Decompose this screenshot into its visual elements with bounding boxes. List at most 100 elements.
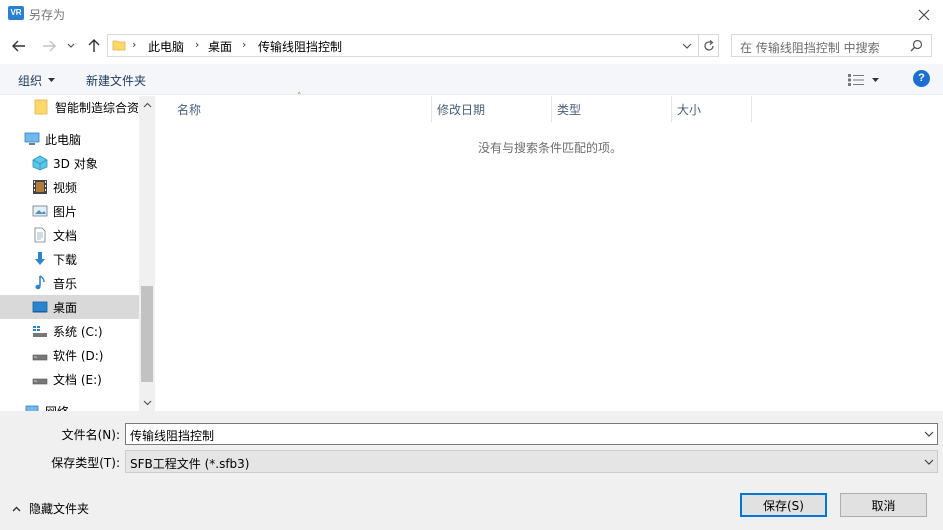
sort-ascending-icon: ˄ xyxy=(297,92,302,102)
nav-item-label: 智能制造综合资 xyxy=(55,100,140,115)
music-icon xyxy=(32,275,48,291)
nav-item-label: 桌面 xyxy=(53,300,78,315)
organize-button[interactable]: 组织 xyxy=(10,71,63,89)
nav-item-label: 下载 xyxy=(53,252,78,267)
up-button[interactable] xyxy=(83,35,105,57)
help-button[interactable]: ? xyxy=(913,70,930,87)
nav-item-label: 软件 (D:) xyxy=(53,348,104,363)
breadcrumb-separator[interactable]: › xyxy=(195,38,199,51)
nav-item-network[interactable]: 网络 xyxy=(0,399,139,411)
nav-item-label: 此电脑 xyxy=(45,132,82,147)
close-icon xyxy=(918,9,930,20)
3d-objects-icon xyxy=(32,155,48,171)
breadcrumb-item[interactable]: 此电脑 xyxy=(148,38,184,55)
up-arrow-icon xyxy=(88,39,100,52)
forward-arrow-icon xyxy=(43,40,56,52)
documents-icon xyxy=(32,227,48,243)
command-bar: 组织 新建文件夹 xyxy=(0,64,943,95)
column-header-label: 大小 xyxy=(677,102,702,117)
nav-item-pictures[interactable]: 图片 xyxy=(0,199,139,223)
video-icon xyxy=(32,179,48,195)
change-view-button[interactable] xyxy=(848,70,888,90)
nav-item-drive-e[interactable]: 文档 (E:) xyxy=(0,367,139,391)
refresh-icon xyxy=(703,39,714,51)
drive-icon xyxy=(32,347,48,363)
network-icon xyxy=(24,403,40,411)
hide-folders-label: 隐藏文件夹 xyxy=(29,502,90,516)
cancel-button[interactable]: 取消 xyxy=(840,493,927,517)
column-header-date[interactable]: 修改日期 xyxy=(432,96,552,122)
nav-item-label: 系统 (C:) xyxy=(53,324,103,339)
chevron-down-icon xyxy=(682,43,692,49)
filename-value: 传输线阻挡控制 xyxy=(130,429,215,443)
nav-item-downloads[interactable]: 下载 xyxy=(0,247,139,271)
breadcrumb-separator[interactable]: › xyxy=(132,38,136,51)
nav-item-smart-manufacturing[interactable]: 智能制造综合资 xyxy=(0,96,139,119)
chevron-up-icon xyxy=(143,102,151,107)
column-header-label: 类型 xyxy=(557,102,582,117)
caret-down-icon xyxy=(48,78,56,82)
nav-item-3d-objects[interactable]: 3D 对象 xyxy=(0,151,139,175)
nav-item-desktop[interactable]: 桌面 xyxy=(0,295,139,319)
filename-field[interactable]: 传输线阻挡控制 xyxy=(125,423,938,445)
search-placeholder: 在 传输线阻挡控制 中搜索 xyxy=(740,41,880,55)
nav-scrollbar[interactable] xyxy=(139,96,155,411)
back-button[interactable] xyxy=(8,35,30,57)
folder-icon xyxy=(112,38,126,52)
chevron-down-icon[interactable] xyxy=(924,428,934,440)
close-button[interactable] xyxy=(905,0,943,29)
address-dropdown-button[interactable] xyxy=(682,39,694,53)
hide-folders-toggle[interactable]: 隐藏文件夹 xyxy=(12,500,89,517)
breadcrumb-item[interactable]: 传输线阻挡控制 xyxy=(258,38,342,55)
nav-item-label: 音乐 xyxy=(53,276,78,291)
filename-label: 文件名(N): xyxy=(61,428,120,442)
nav-item-documents[interactable]: 文档 xyxy=(0,223,139,247)
nav-item-label: 3D 对象 xyxy=(53,156,98,171)
file-list[interactable]: 名称 ˄ 修改日期 类型 大小 没有与搜索条件匹配的项。 xyxy=(157,92,943,411)
filetype-label: 保存类型(T): xyxy=(51,456,120,470)
navigation-pane: 智能制造综合资 此电脑 3D 对象 视频 图片 文档 下载 音乐 桌面 系统 (… xyxy=(0,96,155,411)
app-icon: VR xyxy=(8,6,24,20)
empty-message: 没有与搜索条件匹配的项。 xyxy=(477,141,622,155)
pictures-icon xyxy=(32,203,48,219)
filetype-select[interactable]: SFB工程文件 (*.sfb3) xyxy=(125,450,938,473)
drive-icon xyxy=(32,371,48,387)
download-icon xyxy=(32,251,48,267)
breadcrumb-item[interactable]: 桌面 xyxy=(208,38,232,55)
scroll-up-button[interactable] xyxy=(139,96,155,113)
refresh-button[interactable] xyxy=(699,34,719,57)
back-arrow-icon xyxy=(12,40,25,52)
breadcrumb-separator[interactable]: › xyxy=(242,38,246,51)
organize-label: 组织 xyxy=(18,73,43,88)
address-bar[interactable]: › 此电脑 › 桌面 › 传输线阻挡控制 xyxy=(107,34,699,57)
save-form-panel: 文件名(N): 传输线阻挡控制 保存类型(T): SFB工程文件 (*.sfb3… xyxy=(0,411,943,530)
computer-icon xyxy=(24,131,40,147)
nav-item-this-pc[interactable]: 此电脑 xyxy=(0,127,139,151)
column-header-label: 名称 xyxy=(177,102,202,117)
nav-item-videos[interactable]: 视频 xyxy=(0,175,139,199)
forward-button[interactable] xyxy=(38,35,60,57)
nav-item-label: 文档 (E:) xyxy=(53,372,102,387)
column-header-size[interactable]: 大小 xyxy=(672,96,752,122)
column-header-name[interactable]: 名称 xyxy=(157,96,432,122)
new-folder-button[interactable]: 新建文件夹 xyxy=(78,71,154,89)
caret-down-icon xyxy=(872,78,879,82)
nav-item-drive-c[interactable]: 系统 (C:) xyxy=(0,319,139,343)
nav-item-label: 网络 xyxy=(45,403,69,412)
scroll-down-button[interactable] xyxy=(139,394,155,411)
search-input[interactable]: 在 传输线阻挡控制 中搜索 xyxy=(731,34,932,57)
search-icon xyxy=(910,39,923,52)
nav-item-drive-d[interactable]: 软件 (D:) xyxy=(0,343,139,367)
nav-item-label: 文档 xyxy=(53,228,78,243)
recent-locations-button[interactable] xyxy=(64,35,78,57)
scroll-thumb[interactable] xyxy=(141,286,153,382)
title-bar: VR 另存为 xyxy=(0,0,943,29)
filetype-value: SFB工程文件 (*.sfb3) xyxy=(130,457,250,471)
details-view-icon xyxy=(848,74,864,86)
column-header-type[interactable]: 类型 xyxy=(552,96,672,122)
save-button[interactable]: 保存(S) xyxy=(740,493,827,517)
system-drive-icon xyxy=(32,323,48,339)
nav-item-music[interactable]: 音乐 xyxy=(0,271,139,295)
window-title: 另存为 xyxy=(29,8,66,22)
desktop-icon xyxy=(32,299,48,315)
